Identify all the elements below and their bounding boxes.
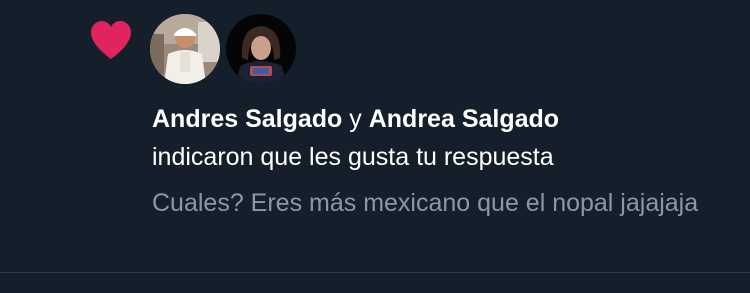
conjunction: y [349, 105, 362, 133]
liker-names: Andres Salgado y Andrea Salgado [152, 101, 732, 137]
like-notification[interactable]: Andres Salgado y Andrea Salgado indicaro… [0, 0, 750, 272]
avatar-andrea[interactable] [226, 14, 296, 84]
user-name-andres[interactable]: Andres Salgado [152, 105, 342, 133]
notification-text: Andres Salgado y Andrea Salgado indicaro… [152, 101, 732, 221]
action-text: indicaron que les gusta tu respuesta [152, 143, 554, 171]
avatar-andres[interactable] [150, 14, 220, 84]
tweet-preview[interactable]: Cuales? Eres más mexicano que el nopal j… [152, 185, 722, 221]
user-name-andrea[interactable]: Andrea Salgado [369, 105, 559, 133]
divider [0, 272, 750, 273]
heart-icon [91, 21, 131, 59]
